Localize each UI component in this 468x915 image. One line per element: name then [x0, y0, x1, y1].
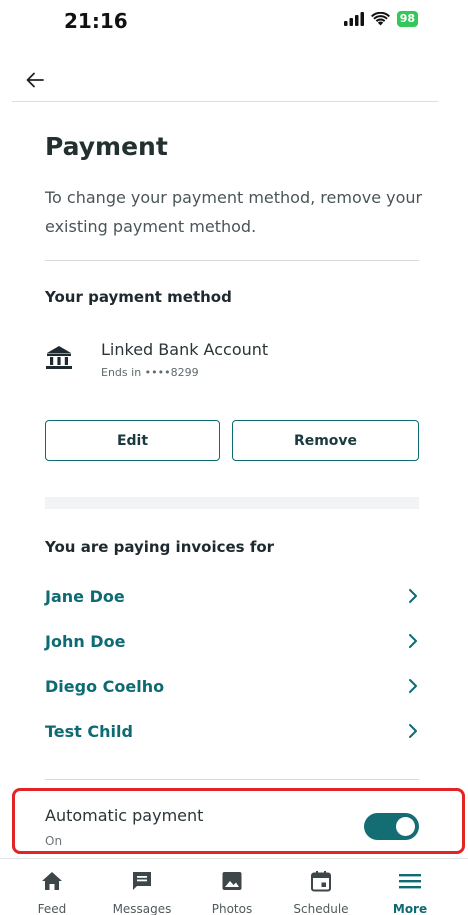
message-icon	[129, 869, 155, 893]
page-title: Payment	[45, 132, 168, 161]
bottom-tab-bar: Feed Messages Photos Schedule More	[0, 858, 468, 915]
calendar-icon	[308, 869, 334, 893]
battery-indicator: 98	[396, 11, 418, 27]
wifi-icon	[370, 12, 390, 26]
automatic-payment-status: On	[45, 834, 63, 848]
remove-button[interactable]: Remove	[232, 420, 419, 461]
chevron-right-icon	[409, 634, 417, 648]
chevron-right-icon	[409, 724, 417, 738]
back-button[interactable]	[26, 64, 60, 96]
tab-label: More	[392, 902, 428, 915]
child-row-jane-doe[interactable]: Jane Doe	[45, 582, 419, 610]
top-nav	[0, 58, 468, 102]
child-name: John Doe	[45, 631, 126, 651]
menu-icon	[397, 869, 423, 893]
tab-label: Schedule	[293, 902, 349, 915]
tab-schedule[interactable]: Schedule	[276, 859, 366, 915]
tab-label: Messages	[112, 902, 172, 915]
bank-account-ending: Ends in ••••8299	[101, 366, 199, 379]
tab-messages[interactable]: Messages	[97, 859, 187, 915]
chevron-right-icon	[409, 679, 417, 693]
signal-icon	[343, 12, 364, 26]
status-bar: 21:16 98	[0, 0, 468, 44]
tab-feed[interactable]: Feed	[7, 859, 97, 915]
child-row-diego-coelho[interactable]: Diego Coelho	[45, 672, 419, 700]
tab-photos[interactable]: Photos	[187, 859, 277, 915]
tab-label: Feed	[37, 902, 67, 915]
bank-account-name: Linked Bank Account	[101, 340, 269, 359]
invoices-title: You are paying invoices for	[45, 538, 275, 556]
automatic-payment-label: Automatic payment	[45, 806, 204, 825]
child-name: Jane Doe	[45, 586, 125, 606]
bank-icon	[46, 346, 72, 369]
edit-button[interactable]: Edit	[45, 420, 220, 461]
toggle-knob	[396, 817, 415, 836]
tab-more[interactable]: More	[365, 859, 455, 915]
section-divider	[45, 779, 419, 780]
child-name: Test Child	[45, 721, 133, 741]
child-row-test-child[interactable]: Test Child	[45, 717, 419, 745]
tab-label: Photos	[211, 902, 253, 915]
status-icons: 98	[343, 11, 418, 27]
section-divider	[45, 260, 419, 261]
chevron-right-icon	[409, 589, 417, 603]
arrow-left-icon	[26, 72, 44, 88]
automatic-payment-toggle[interactable]	[364, 813, 419, 840]
child-name: Diego Coelho	[45, 676, 165, 696]
payment-method-title: Your payment method	[45, 288, 232, 306]
status-time: 21:16	[64, 9, 128, 33]
section-separator	[45, 497, 419, 509]
home-icon	[39, 869, 65, 893]
child-row-john-doe[interactable]: John Doe	[45, 627, 419, 655]
header-divider	[12, 101, 438, 102]
page-description: To change your payment method, remove yo…	[45, 188, 423, 236]
photo-icon	[219, 869, 245, 893]
